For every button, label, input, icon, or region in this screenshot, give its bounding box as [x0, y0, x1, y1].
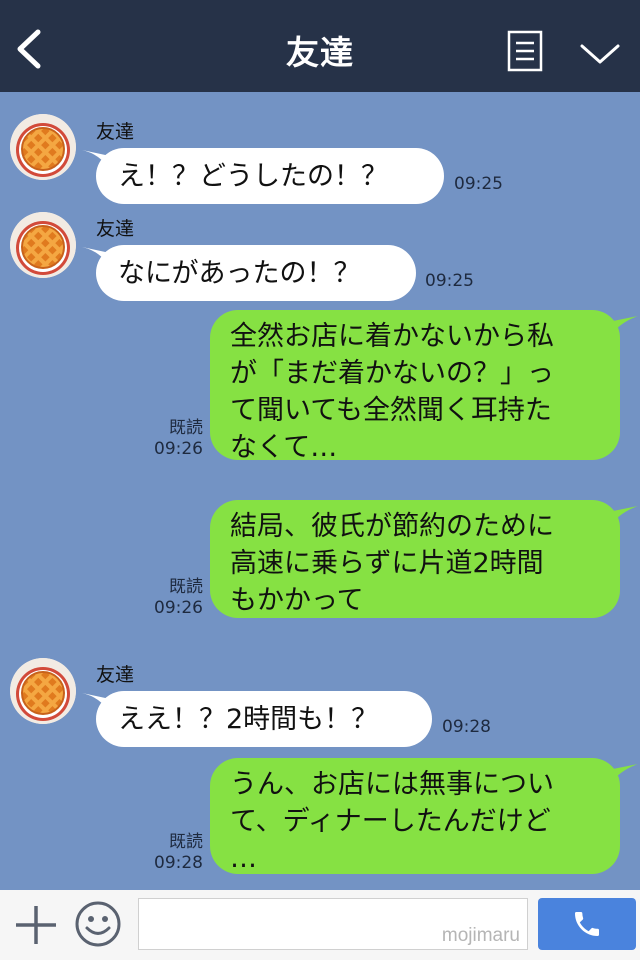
watermark-text: mojimaru	[441, 925, 520, 946]
read-label: 既読	[169, 577, 203, 597]
sender-name: 友達	[96, 121, 135, 143]
bubble-tail	[608, 316, 638, 338]
outgoing-message-bubble: 全然お店に着かないから私 が「まだ着かないの？」っ て聞いても全然聞く耳持た な…	[210, 310, 620, 463]
send-button[interactable]	[538, 898, 636, 950]
message-time: 09:25	[454, 174, 503, 194]
chat-title: 友達	[286, 33, 354, 72]
read-label: 既読	[169, 418, 203, 438]
chat-header: 友達	[0, 0, 640, 92]
contact-avatar[interactable]	[10, 212, 76, 278]
message-time: 09:28	[442, 717, 491, 737]
sender-name: 友達	[96, 664, 135, 686]
incoming-message-bubble: ええ！？2時間も！？	[96, 691, 432, 747]
message-time: 09:28	[154, 853, 203, 873]
bubble-tail	[608, 764, 638, 786]
note-menu-icon[interactable]	[507, 30, 543, 72]
sender-name: 友達	[96, 218, 135, 240]
outgoing-message-bubble: うん、お店には無事につい て、ディナーしたんだけど …	[210, 758, 620, 874]
read-receipt: 既読 09:26	[143, 577, 203, 619]
read-label: 既読	[169, 832, 203, 852]
contact-avatar[interactable]	[10, 658, 76, 724]
incoming-message-bubble: なにがあったの！？	[96, 245, 416, 301]
bubble-tail	[608, 506, 638, 528]
smiley-icon[interactable]	[74, 900, 122, 948]
message-time: 09:26	[154, 598, 203, 618]
read-receipt: 既読 09:28	[143, 832, 203, 874]
message-time: 09:25	[425, 271, 474, 291]
chevron-down-icon[interactable]	[578, 40, 622, 68]
message-time: 09:26	[154, 439, 203, 459]
phone-icon	[575, 912, 599, 936]
plus-icon[interactable]	[14, 904, 58, 946]
outgoing-message-bubble: 結局、彼氏が節約のために 高速に乗らずに片道2時間 もかかって	[210, 500, 620, 618]
incoming-message-bubble: え！？どうしたの！？	[96, 148, 444, 204]
read-receipt: 既読 09:26	[143, 418, 203, 460]
contact-avatar[interactable]	[10, 114, 76, 180]
